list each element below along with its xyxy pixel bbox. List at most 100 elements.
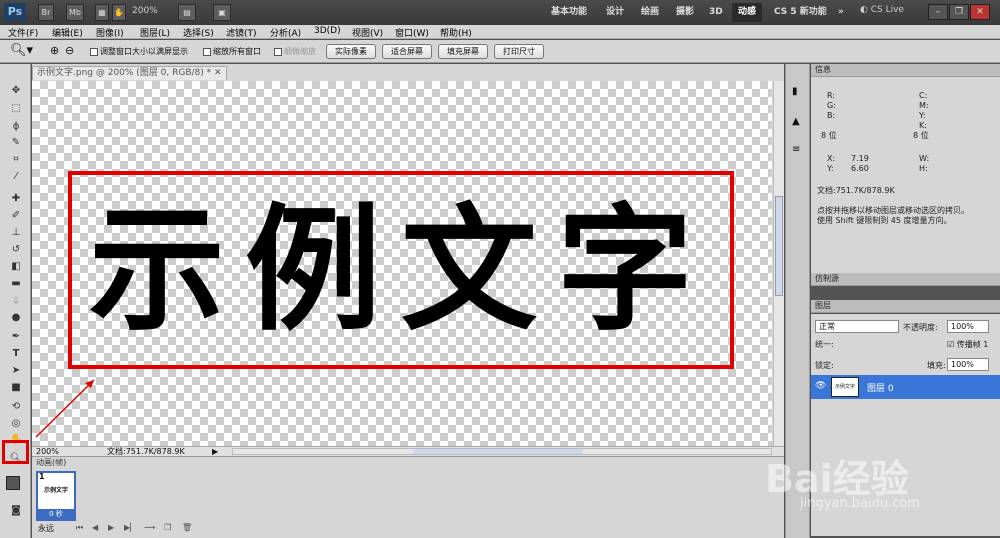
- clone-stamp-tool-icon[interactable]: ⊥: [8, 226, 24, 240]
- layer-row[interactable]: 👁︎ 示例文字 图层 0: [811, 375, 1000, 399]
- workspace-painting[interactable]: 绘画: [635, 3, 665, 22]
- print-size-button[interactable]: 打印尺寸: [494, 44, 544, 59]
- workspace-essentials[interactable]: 基本功能: [545, 3, 593, 22]
- restore-button[interactable]: ❐: [949, 4, 969, 20]
- frame-delay[interactable]: 0 秒: [38, 509, 74, 519]
- screen-mode-icon[interactable]: ▣: [213, 4, 231, 21]
- zoom-all-windows-checkbox[interactable]: 缩放所有窗口: [203, 46, 261, 57]
- eyedropper-tool-icon[interactable]: ⁄: [8, 170, 24, 184]
- next-frame-icon[interactable]: ▶▏: [124, 523, 136, 532]
- fill-input[interactable]: 100%: [947, 358, 989, 371]
- new-frame-icon[interactable]: ❐: [164, 523, 171, 532]
- bridge-button[interactable]: Br: [38, 4, 54, 21]
- move-tool-icon[interactable]: ✥: [8, 84, 24, 98]
- opacity-input[interactable]: 100%: [947, 320, 989, 333]
- arrange-documents-icon[interactable]: ▤: [178, 4, 196, 21]
- document-tab[interactable]: 示例文字.png @ 200% (图层 0, RGB/8) * ✕: [32, 66, 227, 80]
- cs-live-button[interactable]: ◐ CS Live: [860, 5, 904, 15]
- menu-image[interactable]: 图像(I): [96, 26, 124, 39]
- shape-tool-icon[interactable]: ■: [8, 381, 24, 395]
- quick-selection-tool-icon[interactable]: ✎: [8, 136, 24, 150]
- quick-mask-icon[interactable]: ◙: [8, 504, 24, 518]
- menu-window[interactable]: 窗口(W): [395, 26, 429, 39]
- view-extras-icon[interactable]: ▦: [95, 4, 109, 21]
- fit-screen-button[interactable]: 适合屏幕: [382, 44, 432, 59]
- workspace-cs5-new[interactable]: CS 5 新功能: [768, 3, 833, 22]
- actual-pixels-button[interactable]: 实际像素: [326, 44, 376, 59]
- type-tool-icon[interactable]: T: [8, 347, 24, 361]
- close-tab-icon[interactable]: ✕: [214, 68, 222, 78]
- delete-frame-icon[interactable]: 🗑︎: [182, 523, 192, 532]
- workspace-3d[interactable]: 3D: [703, 3, 729, 22]
- horizontal-scrollbar[interactable]: [232, 448, 772, 455]
- layers-panel-tab[interactable]: 图层: [811, 300, 1000, 313]
- navigator-icon[interactable]: ▲: [792, 116, 800, 127]
- histogram-icon[interactable]: ▮: [792, 86, 798, 97]
- horizontal-scrollbar-thumb[interactable]: [413, 449, 583, 454]
- tween-icon[interactable]: ⟿: [144, 523, 155, 532]
- eraser-tool-icon[interactable]: ◧: [8, 260, 24, 274]
- workspace-photography[interactable]: 摄影: [670, 3, 700, 22]
- zoom-out-icon[interactable]: ⊖: [65, 44, 74, 57]
- first-frame-icon[interactable]: ⏮: [76, 523, 83, 533]
- lasso-tool-icon[interactable]: ϕ: [8, 120, 24, 134]
- menu-filter[interactable]: 滤镜(T): [226, 26, 257, 39]
- lock-label: 锁定:: [815, 361, 834, 370]
- zoom-tool-preset-icon[interactable]: 🔍︎▾: [10, 43, 33, 58]
- layer-name[interactable]: 图层 0: [867, 381, 894, 394]
- menu-select[interactable]: 选择(S): [183, 26, 214, 39]
- zoom-in-icon[interactable]: ⊕: [50, 44, 59, 57]
- zoom-level[interactable]: 200%: [132, 6, 158, 16]
- pen-tool-icon[interactable]: ✒: [8, 330, 24, 344]
- marquee-tool-icon[interactable]: ⬚: [8, 102, 24, 116]
- previous-frame-icon[interactable]: ◀: [92, 523, 98, 532]
- propagate-frame-checkbox[interactable]: ☑ 传播帧 1: [947, 339, 988, 350]
- menu-analysis[interactable]: 分析(A): [270, 26, 301, 39]
- info-w-label: W:: [919, 154, 930, 163]
- menu-layer[interactable]: 图层(L): [140, 26, 170, 39]
- mini-bridge-button[interactable]: Mb: [66, 4, 84, 21]
- layer-visibility-eye-icon[interactable]: 👁︎: [815, 381, 826, 391]
- close-button[interactable]: ✕: [970, 4, 990, 20]
- healing-brush-tool-icon[interactable]: ✚: [8, 192, 24, 206]
- hand-tool-icon[interactable]: ✋: [112, 4, 126, 21]
- minimize-button[interactable]: –: [928, 4, 948, 20]
- loop-options[interactable]: 永远: [38, 523, 54, 534]
- frame-thumbnail: 示例文字: [43, 487, 68, 494]
- path-selection-tool-icon[interactable]: ➤: [8, 364, 24, 378]
- status-zoom[interactable]: 200%: [36, 447, 59, 456]
- info-x-label: X:: [827, 154, 836, 163]
- 3d-orbit-tool-icon[interactable]: ◎: [8, 417, 24, 431]
- menu-file[interactable]: 文件(F): [8, 26, 38, 39]
- workspace-design[interactable]: 设计: [600, 3, 630, 22]
- blend-mode-select[interactable]: 正常: [815, 320, 899, 333]
- animation-tab[interactable]: 动画(帧): [36, 457, 66, 468]
- menu-view[interactable]: 视图(V): [352, 26, 383, 39]
- info-m: M:: [919, 101, 929, 110]
- brush-tool-icon[interactable]: ✐: [8, 209, 24, 223]
- 3d-rotate-tool-icon[interactable]: ⟲: [8, 400, 24, 414]
- menu-3d[interactable]: 3D(D): [314, 26, 341, 36]
- animation-frame[interactable]: 1 示例文字 0 秒: [36, 471, 76, 521]
- blur-tool-icon[interactable]: 💧︎: [8, 294, 24, 308]
- menu-edit[interactable]: 编辑(E): [52, 26, 83, 39]
- actions-icon[interactable]: ≡: [792, 144, 800, 155]
- resize-windows-checkbox[interactable]: 调整窗口大小以满屏显示: [90, 46, 188, 57]
- fill-screen-button[interactable]: 填充屏幕: [438, 44, 488, 59]
- vertical-scrollbar-thumb[interactable]: [775, 196, 783, 296]
- play-icon[interactable]: ▶: [108, 523, 114, 532]
- canvas[interactable]: 示例文字: [32, 81, 772, 447]
- info-doc-size: 文档:751.7K/878.9K: [817, 186, 895, 195]
- more-workspaces-button[interactable]: »: [832, 3, 850, 22]
- history-brush-tool-icon[interactable]: ↺: [8, 243, 24, 257]
- status-arrow-icon[interactable]: ▶: [212, 447, 218, 456]
- vertical-scrollbar[interactable]: [773, 81, 784, 447]
- unify-label: 统一:: [815, 340, 834, 349]
- menu-help[interactable]: 帮助(H): [440, 26, 472, 39]
- dodge-tool-icon[interactable]: ●: [8, 311, 24, 325]
- crop-tool-icon[interactable]: ⌗: [8, 153, 24, 167]
- workspace-motion[interactable]: 动感: [732, 3, 763, 22]
- info-panel-tab[interactable]: 信息: [811, 64, 1000, 77]
- gradient-tool-icon[interactable]: ▬: [8, 277, 24, 291]
- foreground-color-swatch[interactable]: [6, 476, 20, 490]
